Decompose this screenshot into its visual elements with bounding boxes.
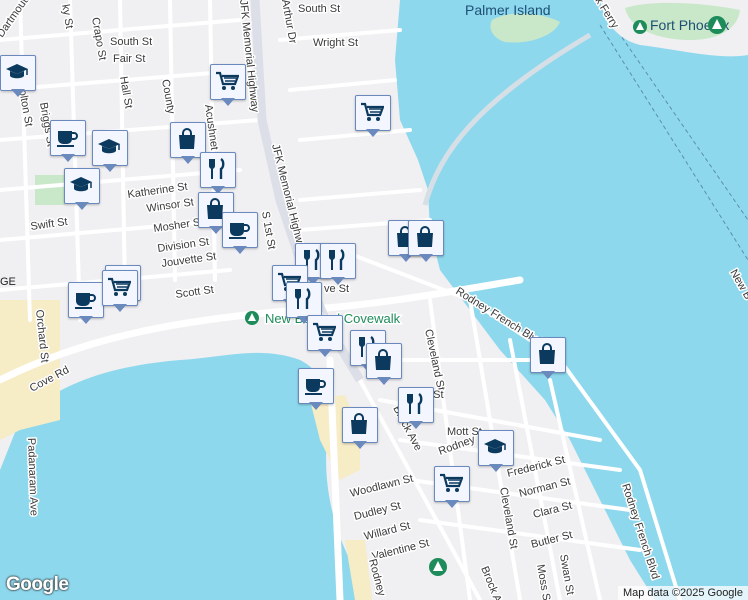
poi-marker-restaurant[interactable]: [200, 152, 236, 196]
poi-marker-restaurant[interactable]: [320, 243, 356, 287]
street-label: South St: [298, 3, 340, 15]
poi-marker-grocery[interactable]: [210, 64, 246, 108]
poi-marker-school[interactable]: [478, 430, 514, 474]
street-label: GE: [0, 276, 16, 288]
poi-marker-shopping[interactable]: [408, 220, 444, 264]
fort-phoenix-pin[interactable]: [633, 20, 647, 34]
park-pin[interactable]: [429, 558, 447, 576]
poi-marker-cafe[interactable]: [298, 368, 334, 412]
poi-marker-grocery[interactable]: [355, 95, 391, 139]
poi-marker-shopping[interactable]: [342, 407, 378, 451]
poi-marker-restaurant[interactable]: [398, 387, 434, 431]
google-logo: Google: [6, 574, 69, 595]
street-label: Wright St: [313, 37, 358, 49]
poi-marker-school[interactable]: [64, 168, 100, 212]
park-west: [35, 175, 65, 205]
fort-pin-2[interactable]: [708, 16, 726, 34]
poi-marker-cafe[interactable]: [68, 282, 104, 326]
covewalk-pin[interactable]: [245, 311, 259, 325]
poi-marker-shopping[interactable]: [366, 343, 402, 387]
poi-marker-shopping[interactable]: [530, 337, 566, 381]
poi-marker-grocery[interactable]: [102, 270, 138, 314]
palmer-island-label: Palmer Island: [465, 2, 551, 18]
poi-marker-school[interactable]: [0, 55, 36, 99]
map-attribution[interactable]: Map data ©2025 Google: [617, 586, 748, 600]
poi-marker-cafe[interactable]: [222, 212, 258, 256]
poi-marker-cafe[interactable]: [50, 120, 86, 164]
poi-marker-grocery[interactable]: [434, 466, 470, 510]
street-label: Fair St: [113, 53, 145, 65]
poi-marker-grocery[interactable]: [307, 315, 343, 359]
street-label: South St: [110, 36, 152, 48]
